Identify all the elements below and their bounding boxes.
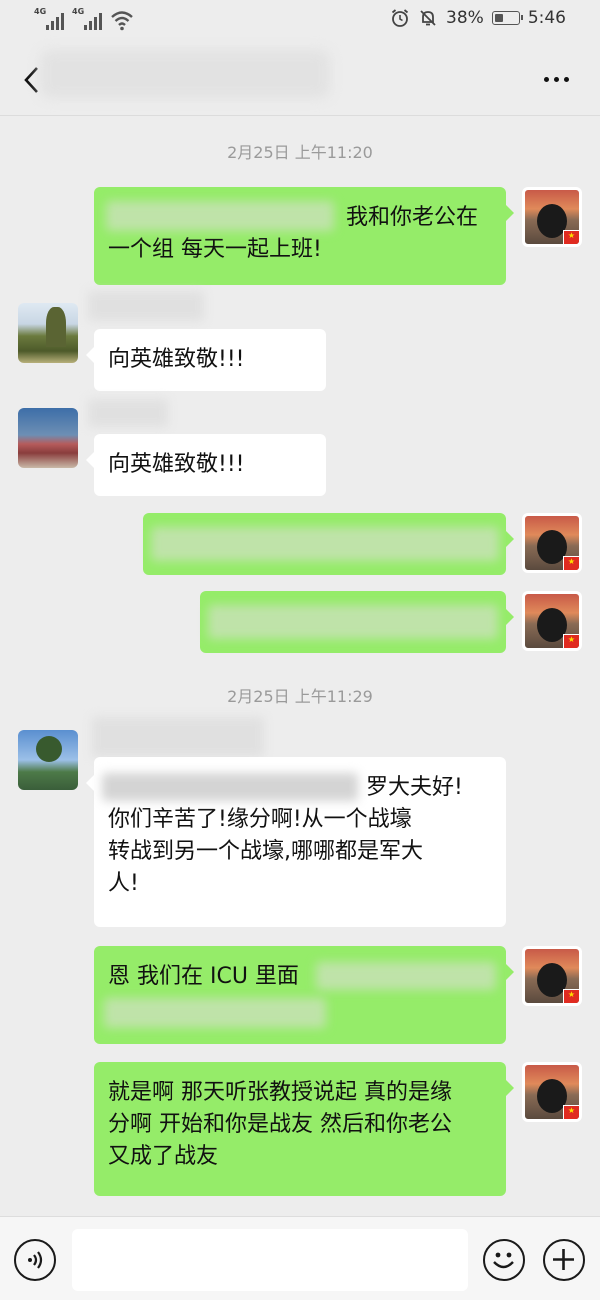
flag-icon: ★ (563, 634, 579, 648)
timestamp: 2月25日 上午11:20 (227, 143, 373, 162)
redacted-text (208, 605, 498, 639)
chevron-left-icon (24, 67, 38, 93)
chat-header (0, 40, 600, 116)
message-text: 向英雄致敬!!! (108, 452, 245, 477)
message-bubble-incoming[interactable]: 向英雄致敬!!! (86, 329, 326, 391)
wifi-icon (111, 11, 133, 31)
network-type-1: 4G (34, 7, 47, 16)
network-type-2: 4G (72, 7, 85, 16)
message-bubble-outgoing[interactable] (143, 513, 514, 575)
emoji-button[interactable] (483, 1239, 525, 1281)
more-options-button[interactable] (536, 64, 576, 94)
message-text: 就是啊 那天听张教授说起 真的是缘 (108, 1080, 452, 1105)
more-dot (543, 76, 549, 82)
chat-title-redacted (40, 50, 330, 98)
more-functions-button[interactable] (543, 1239, 585, 1281)
redacted-mention (102, 773, 358, 801)
more-dot (553, 76, 559, 82)
avatar-self[interactable]: ★ (522, 591, 582, 651)
input-bar (0, 1216, 600, 1300)
message-bubble-incoming[interactable]: 罗大夫好! 你们辛苦了!缘分啊!从一个战壕 转战到另一个战壕,哪哪都是军大 人! (86, 757, 506, 927)
more-dot (563, 76, 569, 82)
avatar-self[interactable]: ★ (522, 513, 582, 573)
message-text: 转战到另一个战壕,哪哪都是军大 (108, 839, 423, 864)
timestamp: 2月25日 上午11:29 (227, 687, 373, 706)
cell-signal-1-icon: 4G (34, 7, 64, 31)
message-bubble-incoming[interactable]: 向英雄致敬!!! (86, 434, 326, 496)
clock-time: 5:46 (527, 8, 566, 28)
avatar-self[interactable]: ★ (522, 1062, 582, 1122)
message-text: 向英雄致敬!!! (108, 347, 245, 372)
flag-icon: ★ (563, 556, 579, 570)
message-text: 人! (108, 871, 139, 896)
flag-icon: ★ (563, 989, 579, 1003)
battery-percent: 38% (446, 8, 484, 28)
voice-icon (28, 1251, 43, 1269)
sender-name-redacted (88, 399, 168, 427)
status-bar: 4G 4G 38% 5:46 (0, 0, 600, 40)
redacted-text (316, 962, 496, 990)
plus-icon (553, 1249, 574, 1270)
message-input[interactable] (72, 1229, 468, 1291)
message-text: 一个组 每天一起上班! (108, 237, 322, 262)
flag-icon: ★ (563, 230, 579, 244)
cell-signal-2-icon: 4G (72, 7, 102, 31)
voice-button[interactable] (14, 1239, 56, 1281)
redacted-text (151, 527, 499, 561)
redacted-text (104, 998, 326, 1028)
message-bubble-outgoing[interactable] (200, 591, 514, 653)
redacted-text (106, 201, 334, 231)
message-bubble-outgoing[interactable]: 恩 我们在 ICU 里面 (94, 946, 514, 1044)
message-bubble-outgoing[interactable]: 我和你老公在 一个组 每天一起上班! (94, 187, 514, 285)
avatar-self[interactable]: ★ (522, 946, 582, 1006)
sender-name-redacted (92, 717, 264, 757)
flag-icon: ★ (563, 1105, 579, 1119)
alarm-icon (391, 9, 409, 27)
avatar-contact[interactable] (18, 408, 78, 468)
avatar-contact[interactable] (18, 730, 78, 790)
message-list[interactable]: 2月25日 上午11:20 ★ 我和你老公在 一个组 每天一起上班! 向英雄致敬… (0, 117, 600, 1216)
avatar-contact[interactable] (18, 303, 78, 363)
avatar-self[interactable]: ★ (522, 187, 582, 247)
message-text: 又成了战友 (108, 1144, 219, 1169)
sender-name-redacted (88, 291, 204, 321)
battery-icon (491, 11, 523, 25)
message-text: 你们辛苦了!缘分啊!从一个战壕 (108, 807, 412, 832)
message-text: 分啊 开始和你是战友 然后和你老公 (108, 1112, 452, 1137)
emoji-icon (493, 1252, 514, 1269)
message-bubble-outgoing[interactable]: 就是啊 那天听张教授说起 真的是缘 分啊 开始和你是战友 然后和你老公 又成了战… (94, 1062, 514, 1196)
mute-bell-icon (420, 10, 436, 26)
